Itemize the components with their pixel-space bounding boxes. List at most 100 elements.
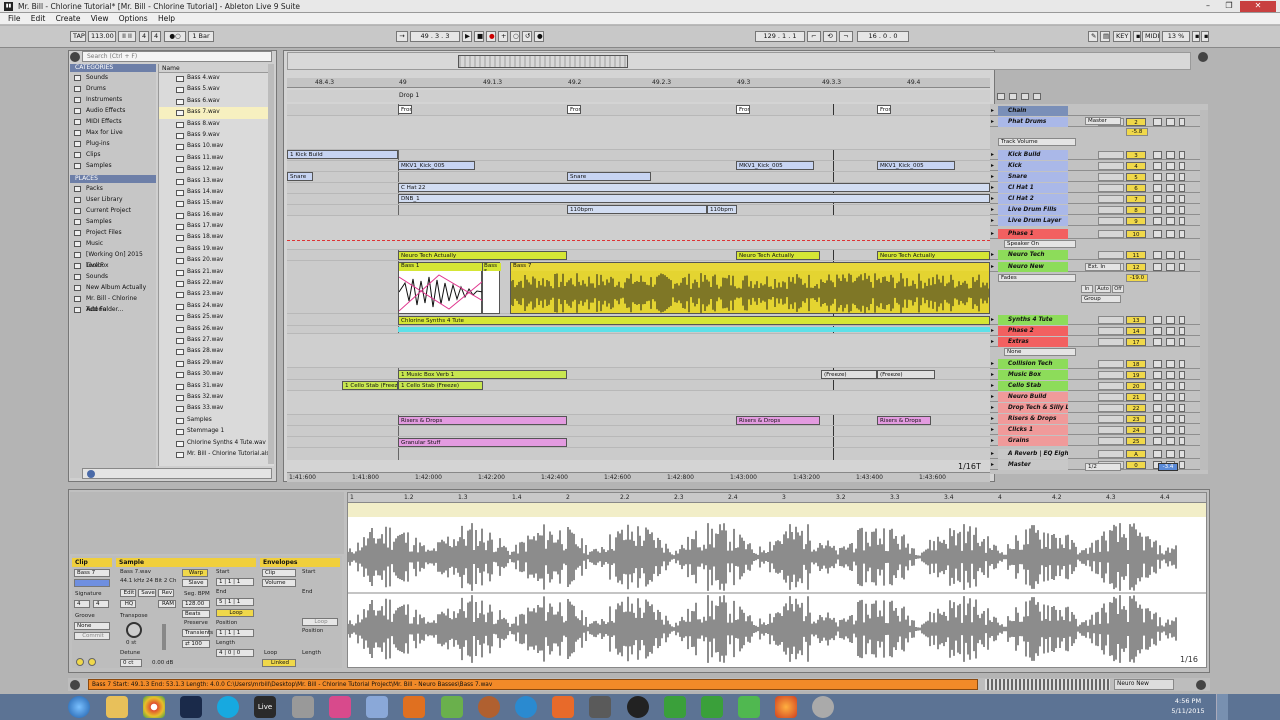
- start-field[interactable]: 1 | 1 | 1: [216, 578, 254, 586]
- app-icon[interactable]: [552, 696, 574, 718]
- category-item[interactable]: Sounds: [70, 72, 156, 83]
- arm-icon[interactable]: [1166, 393, 1175, 401]
- place-item[interactable]: Toolbox: [70, 260, 156, 271]
- mixer-track-row[interactable]: ▸ Live Drum Layer 9: [990, 216, 1204, 226]
- file-item[interactable]: Bass 33.wav: [159, 403, 274, 414]
- track-activator[interactable]: 21: [1126, 393, 1146, 401]
- mixer-track-name[interactable]: Neuro New: [998, 262, 1068, 272]
- clip-freeze[interactable]: (Freeze): [821, 370, 877, 379]
- arm-icon[interactable]: [1166, 404, 1175, 412]
- clip-granular-stuff[interactable]: Granular Stuff: [398, 438, 567, 447]
- mixer-track-name[interactable]: Live Drum Fills: [998, 205, 1068, 215]
- mixer-track-row[interactable]: ▸ Cl Hat 2 7: [990, 194, 1204, 204]
- solo-icon[interactable]: [1153, 263, 1162, 271]
- category-item[interactable]: Clips: [70, 149, 156, 160]
- slave-button[interactable]: Slave: [182, 579, 208, 587]
- monitor-icon[interactable]: [1179, 393, 1185, 401]
- arm-icon[interactable]: [1166, 415, 1175, 423]
- category-item[interactable]: Max for Live: [70, 127, 156, 138]
- groove-chooser[interactable]: None: [74, 622, 110, 630]
- track-activator[interactable]: 20: [1126, 382, 1146, 390]
- edit-button[interactable]: Edit: [120, 589, 136, 597]
- file-item[interactable]: Bass 18.wav: [159, 232, 274, 243]
- mixer-track-name[interactable]: Cl Hat 2: [998, 194, 1068, 204]
- solo-icon[interactable]: [1153, 118, 1162, 126]
- mixer-track-name[interactable]: Grains: [998, 436, 1068, 446]
- arm-icon[interactable]: [1166, 263, 1175, 271]
- fold-arrow-icon[interactable]: ▸: [991, 460, 994, 470]
- app-icon[interactable]: [403, 696, 425, 718]
- sends-toggle-icon[interactable]: [1009, 93, 1017, 100]
- song-position-field[interactable]: 49 . 3 . 3: [410, 31, 460, 42]
- track-io[interactable]: [1098, 162, 1124, 170]
- file-item[interactable]: Bass 16.wav: [159, 210, 274, 221]
- mixer-track-row[interactable]: ▸ Snare 5: [990, 172, 1204, 182]
- close-icon[interactable]: ✕: [1240, 1, 1276, 12]
- monitor-icon[interactable]: [1179, 316, 1185, 324]
- skype-icon[interactable]: [217, 696, 239, 718]
- track-activator[interactable]: 12: [1126, 263, 1146, 271]
- menu-edit[interactable]: Edit: [31, 13, 46, 25]
- mini-overview[interactable]: [985, 679, 1110, 690]
- track-io[interactable]: [1098, 251, 1124, 259]
- fold-arrow-icon[interactable]: ▸: [991, 262, 994, 272]
- io-toggle-icon[interactable]: [997, 93, 1005, 100]
- mixer-track-name[interactable]: Risers & Drops: [998, 414, 1068, 424]
- arm-icon[interactable]: [1166, 230, 1175, 238]
- menu-help[interactable]: Help: [158, 13, 175, 25]
- monitor-icon[interactable]: [1179, 251, 1185, 259]
- monitor-icon[interactable]: [1179, 371, 1185, 379]
- clip-panel-header[interactable]: Clip: [72, 558, 112, 567]
- clip-launch-icon[interactable]: [88, 658, 96, 666]
- mixer-track-row[interactable]: ▸ Synths 4 Tute 13: [990, 315, 1204, 325]
- solo-icon[interactable]: [1153, 316, 1162, 324]
- fold-arrow-icon[interactable]: ▸: [991, 370, 994, 380]
- track-activator[interactable]: 8: [1126, 206, 1146, 214]
- fold-arrow-icon[interactable]: ▸: [991, 425, 994, 435]
- solo-icon[interactable]: [1153, 393, 1162, 401]
- mixer-track-row[interactable]: ▸ Neuro Build 21: [990, 392, 1204, 402]
- track-activator[interactable]: 10: [1126, 230, 1146, 238]
- mixer-track-row[interactable]: ▸ Extras 17: [990, 337, 1204, 347]
- mixer-track-row[interactable]: ▸ Kick 4: [990, 161, 1204, 171]
- monitor-icon[interactable]: [1179, 382, 1185, 390]
- fold-arrow-icon[interactable]: ▸: [991, 326, 994, 336]
- file-item[interactable]: Bass 14.wav: [159, 187, 274, 198]
- locator-drop-1[interactable]: Drop 1: [399, 92, 419, 99]
- envelope-device-chooser[interactable]: Clip: [262, 569, 296, 577]
- file-item[interactable]: Bass 17.wav: [159, 221, 274, 232]
- solo-icon[interactable]: [1153, 327, 1162, 335]
- mixer-track-row[interactable]: ▸ Cl Hat 1 6: [990, 183, 1204, 193]
- overdub-icon[interactable]: +: [498, 31, 508, 42]
- track-io[interactable]: [1098, 450, 1124, 458]
- track-io[interactable]: [1098, 217, 1124, 225]
- sig-numerator[interactable]: 4: [139, 31, 149, 42]
- solo-icon[interactable]: [1153, 404, 1162, 412]
- automation-chooser[interactable]: Track Volume: [998, 138, 1076, 146]
- file-item[interactable]: Bass 19.wav: [159, 244, 274, 255]
- clip-cello-stab[interactable]: 1 Cello Stab (Freeze): [398, 381, 483, 390]
- mixer-track-row[interactable]: ▸ Clicks 1 24: [990, 425, 1204, 435]
- arm-icon[interactable]: [1166, 338, 1175, 346]
- fold-arrow-icon[interactable]: ▸: [991, 194, 994, 204]
- clip-from[interactable]: Fron: [567, 105, 581, 114]
- solo-icon[interactable]: [1153, 173, 1162, 181]
- arrangement-grid-label[interactable]: 1/16T: [958, 462, 981, 471]
- file-item[interactable]: Bass 25.wav: [159, 312, 274, 323]
- solo-icon[interactable]: [1153, 426, 1162, 434]
- mixer-track-row[interactable]: ▸ Drop Tech & Silly Lead 22: [990, 403, 1204, 413]
- arm-icon[interactable]: [1166, 173, 1175, 181]
- track-io[interactable]: [1098, 206, 1124, 214]
- arm-icon[interactable]: [1166, 184, 1175, 192]
- punch-out-icon[interactable]: ¬: [839, 31, 853, 42]
- fold-arrow-icon[interactable]: ▸: [991, 403, 994, 413]
- solo-icon[interactable]: [1153, 415, 1162, 423]
- track-activator[interactable]: 9: [1126, 217, 1146, 225]
- fold-arrow-icon[interactable]: ▸: [991, 337, 994, 347]
- mixer-track-row[interactable]: ▸ Collision Tech 18: [990, 359, 1204, 369]
- mixer-toggle-icon[interactable]: [1033, 93, 1041, 100]
- app-icon[interactable]: [292, 696, 314, 718]
- file-item[interactable]: Chlorine Synths 4 Tute.wav: [159, 438, 274, 449]
- env-loop-button[interactable]: Loop: [302, 618, 338, 626]
- position-field[interactable]: 1 | 1 | 1: [216, 629, 254, 637]
